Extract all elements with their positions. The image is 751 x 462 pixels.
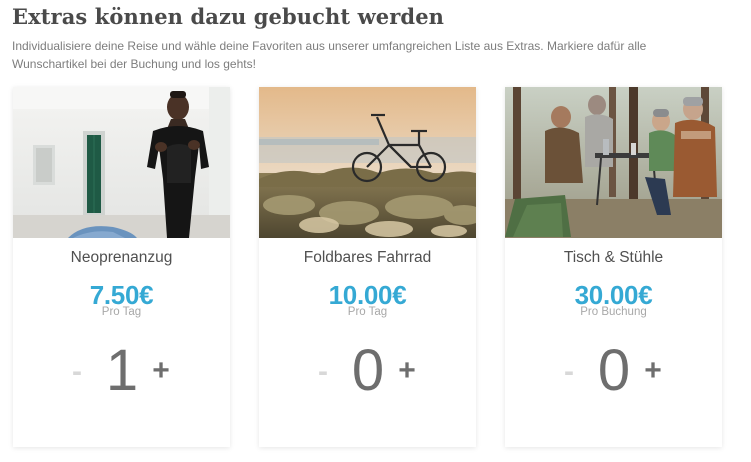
extra-name: Tisch & Stühle: [563, 249, 664, 266]
decrease-quantity-button[interactable]: -: [313, 357, 333, 387]
decrease-quantity-button[interactable]: -: [67, 357, 87, 387]
quantity-value: 0: [597, 338, 631, 403]
extra-card-tisch-stuehle: Tisch & Stühle 30.00€ Pro Buchung - 0 +: [505, 87, 722, 447]
extra-card-foldbares-fahrrad: Foldbares Fahrrad 10.00€ Pro Tag - 0 +: [259, 87, 476, 447]
extra-price-unit: Pro Tag: [101, 306, 142, 318]
section-intro: Individualisiere deine Reise und wähle d…: [12, 39, 647, 71]
extra-name: Foldbares Fahrrad: [303, 249, 432, 266]
quantity-value: 0: [351, 338, 385, 403]
quantity-stepper: - 0 +: [259, 337, 476, 405]
extra-card-neoprenanzug: Neoprenanzug 7.50€ Pro Tag - 1 +: [13, 87, 230, 447]
wetsuit-photo: [13, 87, 230, 238]
extra-name: Neoprenanzug: [70, 249, 173, 266]
folding-bike-photo: [259, 87, 476, 238]
extra-price-unit: Pro Tag: [347, 306, 388, 318]
quantity-value: 1: [105, 338, 139, 403]
increase-quantity-button[interactable]: +: [641, 355, 665, 387]
section-title: Extras können dazu gebucht werden: [12, 4, 445, 29]
decrease-quantity-button[interactable]: -: [559, 357, 579, 387]
increase-quantity-button[interactable]: +: [395, 355, 419, 387]
extras-section: Extras können dazu gebucht werden Indivi…: [0, 0, 751, 462]
increase-quantity-button[interactable]: +: [149, 355, 173, 387]
camping-table-photo: [505, 87, 722, 238]
extra-price-unit: Pro Buchung: [580, 306, 647, 318]
quantity-stepper: - 0 +: [505, 337, 722, 405]
quantity-stepper: - 1 +: [13, 337, 230, 405]
